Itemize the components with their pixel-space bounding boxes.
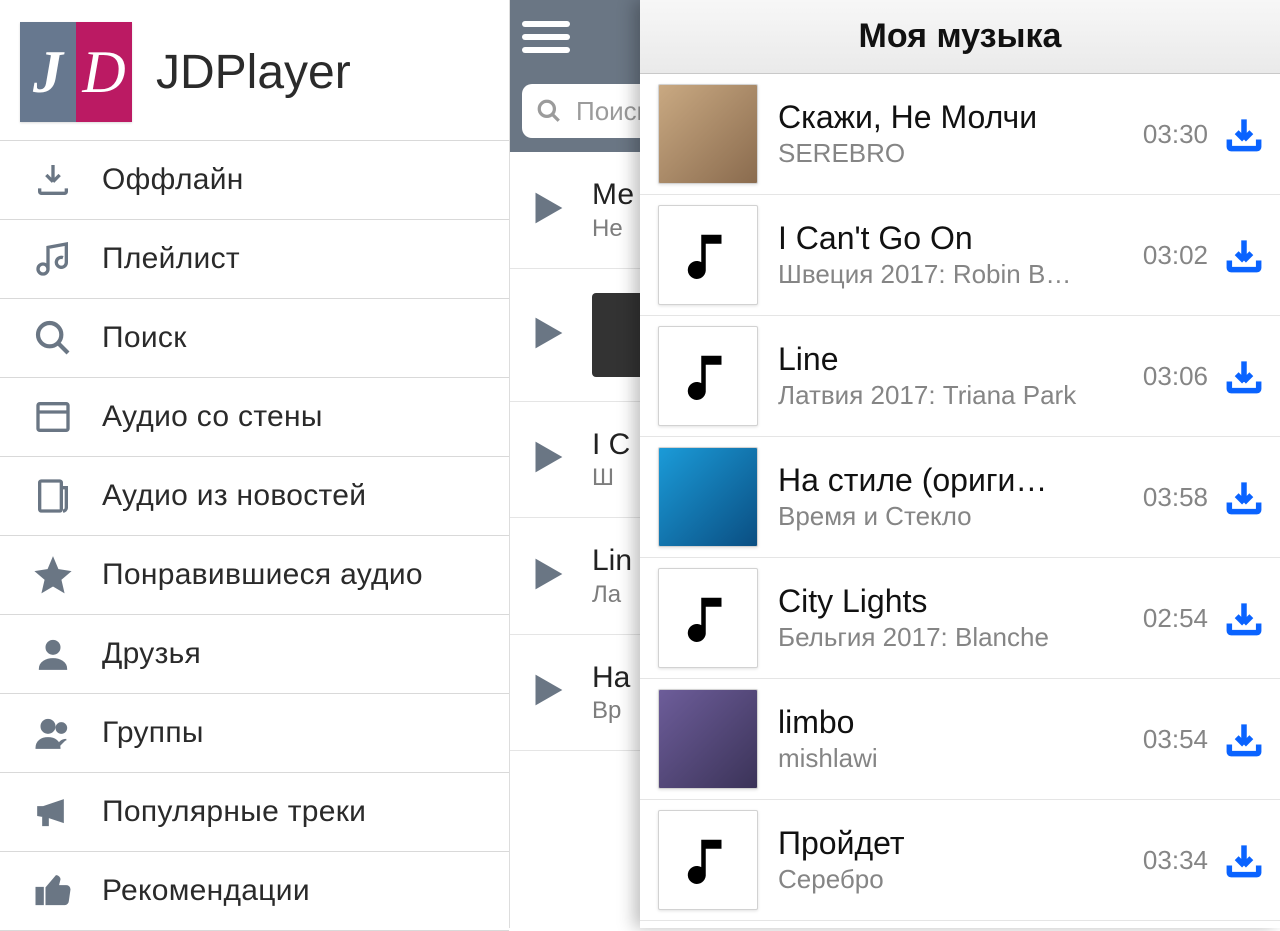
panel-title: Моя музыка bbox=[859, 17, 1062, 56]
sidebar-item-search[interactable]: Поиск bbox=[0, 299, 509, 378]
track-title: I Can't Go On bbox=[778, 220, 1135, 257]
sidebar-item-groups[interactable]: Группы bbox=[0, 694, 509, 773]
wall-icon bbox=[30, 394, 76, 440]
track-artist: Серебро bbox=[778, 864, 1135, 895]
sidebar-item-friends[interactable]: Друзья bbox=[0, 615, 509, 694]
track-duration: 03:02 bbox=[1143, 240, 1208, 271]
track-title: limbo bbox=[778, 704, 1135, 741]
download-button[interactable] bbox=[1222, 233, 1266, 277]
sidebar-item-label: Поиск bbox=[102, 321, 187, 355]
brand-block: J D JDPlayer bbox=[0, 0, 509, 140]
sidebar-item-label: Друзья bbox=[102, 637, 201, 671]
sidebar-item-label: Рекомендации bbox=[102, 874, 310, 908]
sidebar-item-liked[interactable]: Понравившиеся аудио bbox=[0, 536, 509, 615]
music-note-icon bbox=[30, 236, 76, 282]
track-row[interactable]: I Can't Go OnШвеция 2017: Robin B… 03:02 bbox=[640, 195, 1280, 316]
track-row[interactable]: City LightsБельгия 2017: Blanche 02:54 bbox=[640, 558, 1280, 679]
album-cover bbox=[658, 689, 758, 789]
sidebar-item-label: Популярные треки bbox=[102, 795, 366, 829]
sidebar-item-label: Плейлист bbox=[102, 242, 240, 276]
track-title: Пройдет bbox=[778, 825, 1135, 862]
thumbs-up-icon bbox=[30, 868, 76, 914]
megaphone-icon bbox=[30, 789, 76, 835]
album-cover bbox=[658, 568, 758, 668]
track-title: На bbox=[592, 659, 630, 697]
track-duration: 03:06 bbox=[1143, 361, 1208, 392]
album-cover bbox=[658, 205, 758, 305]
menu-button[interactable] bbox=[522, 13, 570, 61]
right-panel: Моя музыка Скажи, Не МолчиSEREBRO 03:30 I … bbox=[640, 0, 1280, 928]
logo-letter-right: D bbox=[82, 38, 125, 107]
app-logo: J D bbox=[20, 22, 132, 122]
play-icon[interactable] bbox=[524, 185, 574, 235]
track-artist: mishlawi bbox=[778, 743, 1135, 774]
track-title: Line bbox=[778, 341, 1135, 378]
sidebar-item-label: Аудио из новостей bbox=[102, 479, 366, 513]
track-row[interactable]: На стиле (ориги…Время и Стекло 03:58 bbox=[640, 437, 1280, 558]
people-icon bbox=[30, 710, 76, 756]
track-row[interactable]: ПройдетСеребро 03:34 bbox=[640, 800, 1280, 921]
play-icon[interactable] bbox=[524, 667, 574, 717]
download-button[interactable] bbox=[1222, 838, 1266, 882]
download-button[interactable] bbox=[1222, 596, 1266, 640]
download-button[interactable] bbox=[1222, 354, 1266, 398]
track-artist: Ла bbox=[592, 580, 632, 610]
app-title: JDPlayer bbox=[156, 45, 351, 100]
album-cover bbox=[658, 84, 758, 184]
logo-letter-left: J bbox=[33, 38, 63, 107]
search-icon bbox=[30, 315, 76, 361]
download-button[interactable] bbox=[1222, 717, 1266, 761]
track-artist: Швеция 2017: Robin B… bbox=[778, 259, 1135, 290]
person-icon bbox=[30, 631, 76, 677]
track-artist: Ш bbox=[592, 463, 630, 493]
download-icon bbox=[30, 157, 76, 203]
track-title: I C bbox=[592, 426, 630, 464]
search-placeholder: Поиск bbox=[576, 96, 648, 127]
sidebar-item-label: Аудио со стены bbox=[102, 400, 323, 434]
sidebar-item-wall-audio[interactable]: Аудио со стены bbox=[0, 378, 509, 457]
track-title: Скажи, Не Молчи bbox=[778, 99, 1135, 136]
track-artist: Латвия 2017: Triana Park bbox=[778, 380, 1135, 411]
track-duration: 03:30 bbox=[1143, 119, 1208, 150]
panel-header: Моя музыка bbox=[640, 0, 1280, 74]
track-duration: 03:58 bbox=[1143, 482, 1208, 513]
sidebar-item-offline[interactable]: Оффлайн bbox=[0, 140, 509, 220]
sidebar-panel: J D JDPlayer Оффлайн Плейлист Поиск bbox=[0, 0, 510, 928]
download-button[interactable] bbox=[1222, 475, 1266, 519]
track-artist: Вр bbox=[592, 696, 630, 726]
star-icon bbox=[30, 552, 76, 598]
sidebar-item-label: Оффлайн bbox=[102, 163, 244, 197]
play-icon[interactable] bbox=[524, 434, 574, 484]
download-button[interactable] bbox=[1222, 112, 1266, 156]
track-artist: Не bbox=[592, 214, 634, 244]
sidebar-item-label: Группы bbox=[102, 716, 204, 750]
play-icon[interactable] bbox=[524, 310, 574, 360]
track-title: City Lights bbox=[778, 583, 1135, 620]
track-artist: Бельгия 2017: Blanche bbox=[778, 622, 1135, 653]
news-icon bbox=[30, 473, 76, 519]
track-duration: 02:54 bbox=[1143, 603, 1208, 634]
track-artist: SEREBRO bbox=[778, 138, 1135, 169]
track-duration: 03:34 bbox=[1143, 845, 1208, 876]
sidebar-item-playlist[interactable]: Плейлист bbox=[0, 220, 509, 299]
sidebar-item-recommendations[interactable]: Рекомендации bbox=[0, 852, 509, 931]
track-artist: Время и Стекло bbox=[778, 501, 1135, 532]
track-title: Lin bbox=[592, 542, 632, 580]
album-cover bbox=[658, 810, 758, 910]
track-row[interactable]: Скажи, Не МолчиSEREBRO 03:30 bbox=[640, 74, 1280, 195]
track-duration: 03:54 bbox=[1143, 724, 1208, 755]
track-row[interactable]: limbomishlawi 03:54 bbox=[640, 679, 1280, 800]
sidebar-item-popular[interactable]: Популярные треки bbox=[0, 773, 509, 852]
sidebar-item-news-audio[interactable]: Аудио из новостей bbox=[0, 457, 509, 536]
album-cover bbox=[658, 447, 758, 547]
track-title: Ме bbox=[592, 176, 634, 214]
search-icon bbox=[536, 98, 562, 124]
album-cover bbox=[658, 326, 758, 426]
sidebar-item-label: Понравившиеся аудио bbox=[102, 558, 423, 592]
track-title: На стиле (ориги… bbox=[778, 462, 1135, 499]
track-row[interactable]: LineЛатвия 2017: Triana Park 03:06 bbox=[640, 316, 1280, 437]
play-icon[interactable] bbox=[524, 551, 574, 601]
